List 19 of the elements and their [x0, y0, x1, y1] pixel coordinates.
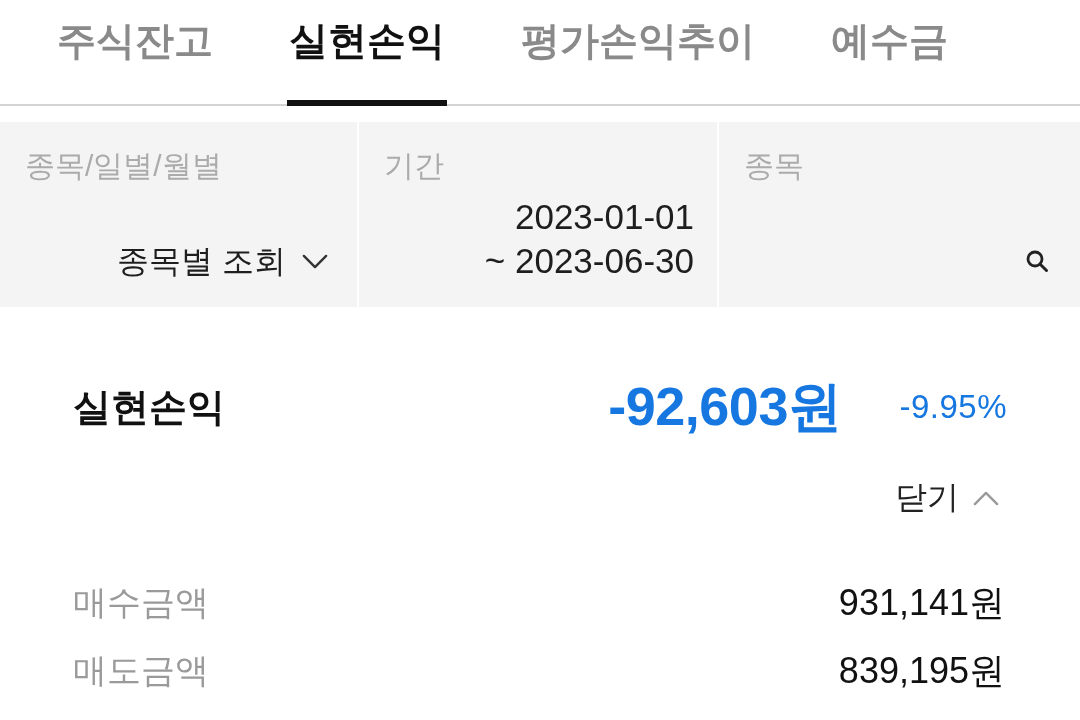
search-button[interactable]: [1025, 249, 1049, 273]
filter-label: 종목/일별/월별: [25, 148, 222, 184]
profit-amount: -92,603원: [608, 374, 842, 438]
date-text[interactable]: 2023-01-01: [514, 195, 694, 239]
detail-label: 매도금액: [73, 650, 209, 691]
search-icon: [1025, 249, 1049, 273]
tab[interactable]: 실현손익: [287, 0, 447, 106]
detail-value: 839,195원: [838, 648, 1005, 693]
collapse-toggle[interactable]: 닫기: [895, 476, 999, 520]
detail-value: 931,141원: [838, 580, 1005, 625]
profit-rate: -9.95%: [899, 388, 1007, 426]
filter-label: 기간: [384, 148, 444, 184]
summary-label: 실현손익: [73, 384, 225, 430]
chevron-down-icon: [302, 253, 328, 269]
filter-label: 종목: [744, 148, 804, 184]
chevron-up-icon: [973, 490, 999, 506]
date-text[interactable]: ~ 2023-06-30: [484, 239, 694, 283]
detail-label: 매수금액: [73, 582, 209, 623]
view-dropdown[interactable]: 종목별 조회: [117, 239, 328, 283]
